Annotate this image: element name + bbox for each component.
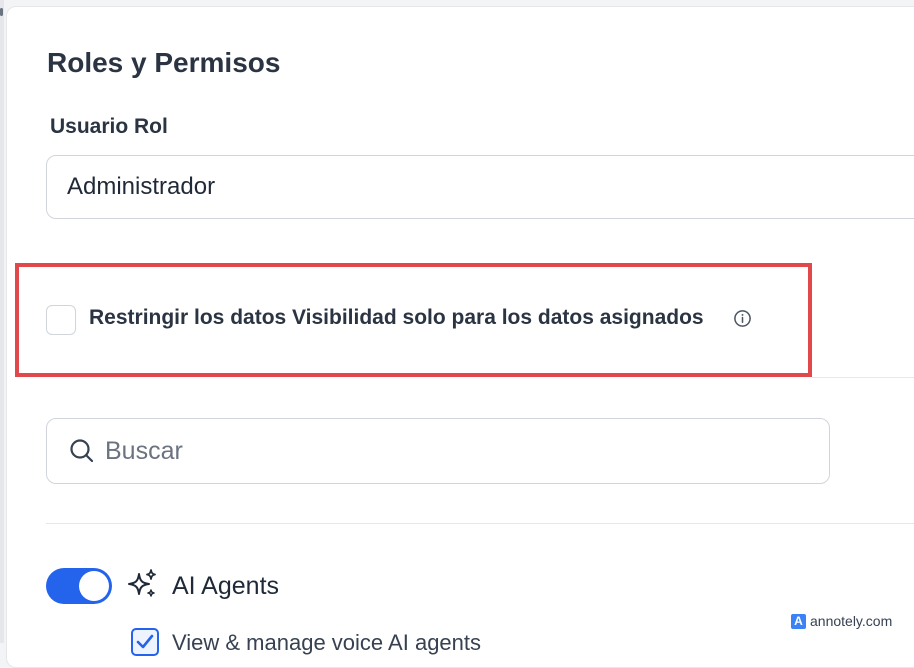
- info-icon[interactable]: [733, 309, 752, 328]
- page-title: Roles y Permisos: [47, 47, 281, 78]
- search-box[interactable]: [46, 418, 830, 484]
- voice-agents-checkbox[interactable]: [131, 628, 159, 656]
- checkmark-icon: [136, 634, 154, 649]
- window-edge: [0, 0, 4, 643]
- role-select-value: Administrador: [67, 173, 216, 200]
- search-icon: [70, 439, 94, 463]
- toggle-knob: [79, 571, 109, 601]
- restrict-visibility-checkbox[interactable]: [46, 305, 76, 335]
- edge-marker: [0, 8, 3, 16]
- ai-agents-toggle[interactable]: [46, 568, 112, 604]
- watermark-text: annotely.com: [810, 613, 893, 629]
- section-divider: [812, 377, 914, 378]
- role-field-label: Usuario Rol: [50, 115, 168, 138]
- list-divider: [46, 523, 914, 524]
- sparkle-icon: [128, 569, 156, 597]
- role-select[interactable]: Administrador: [46, 155, 914, 219]
- voice-agents-label: View & manage voice AI agents: [172, 630, 482, 655]
- annotely-logo-icon: A: [791, 613, 806, 629]
- watermark: A annotely.com: [785, 610, 899, 632]
- ai-agents-label: AI Agents: [172, 572, 280, 600]
- search-input[interactable]: [103, 435, 707, 467]
- restrict-visibility-label: Restringir los datos Visibilidad solo pa…: [89, 306, 704, 329]
